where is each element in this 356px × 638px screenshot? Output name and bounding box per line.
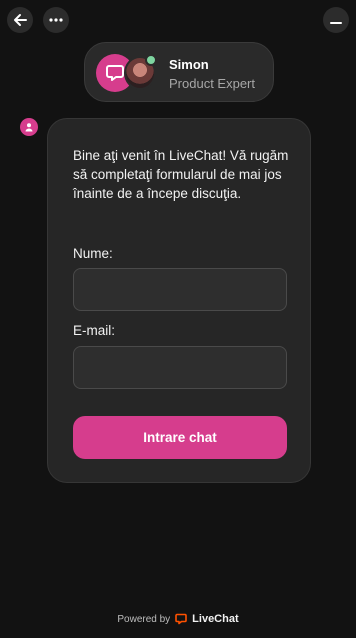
welcome-message: Bine aţi venit în LiveChat! Vă rugăm să … <box>73 148 289 201</box>
name-label: Nume: <box>73 246 113 261</box>
agent-avatars <box>96 54 158 92</box>
email-label: E-mail: <box>73 323 116 338</box>
prechat-form-card: Bine aţi venit în LiveChat! Vă rugăm să … <box>47 118 311 483</box>
powered-by-text: Powered by <box>117 613 171 625</box>
email-input[interactable] <box>73 346 287 389</box>
more-options-button[interactable] <box>43 7 69 33</box>
arrow-left-icon <box>14 14 27 26</box>
powered-by: Powered by LiveChat <box>0 613 356 625</box>
bot-avatar-icon <box>20 118 38 136</box>
agent-role: Product Expert <box>169 76 255 91</box>
minimize-icon <box>330 22 342 24</box>
livechat-brand-icon <box>175 613 187 625</box>
start-chat-button[interactable]: Intrare chat <box>73 416 287 459</box>
back-button[interactable] <box>7 7 33 33</box>
agent-name: Simon <box>169 57 209 72</box>
agent-card: Simon Product Expert <box>84 42 274 102</box>
minimize-button[interactable] <box>323 7 349 33</box>
name-input[interactable] <box>73 268 287 311</box>
more-horizontal-icon <box>49 18 63 22</box>
online-status-dot <box>145 54 157 66</box>
livechat-brand-link[interactable]: LiveChat <box>192 613 238 625</box>
